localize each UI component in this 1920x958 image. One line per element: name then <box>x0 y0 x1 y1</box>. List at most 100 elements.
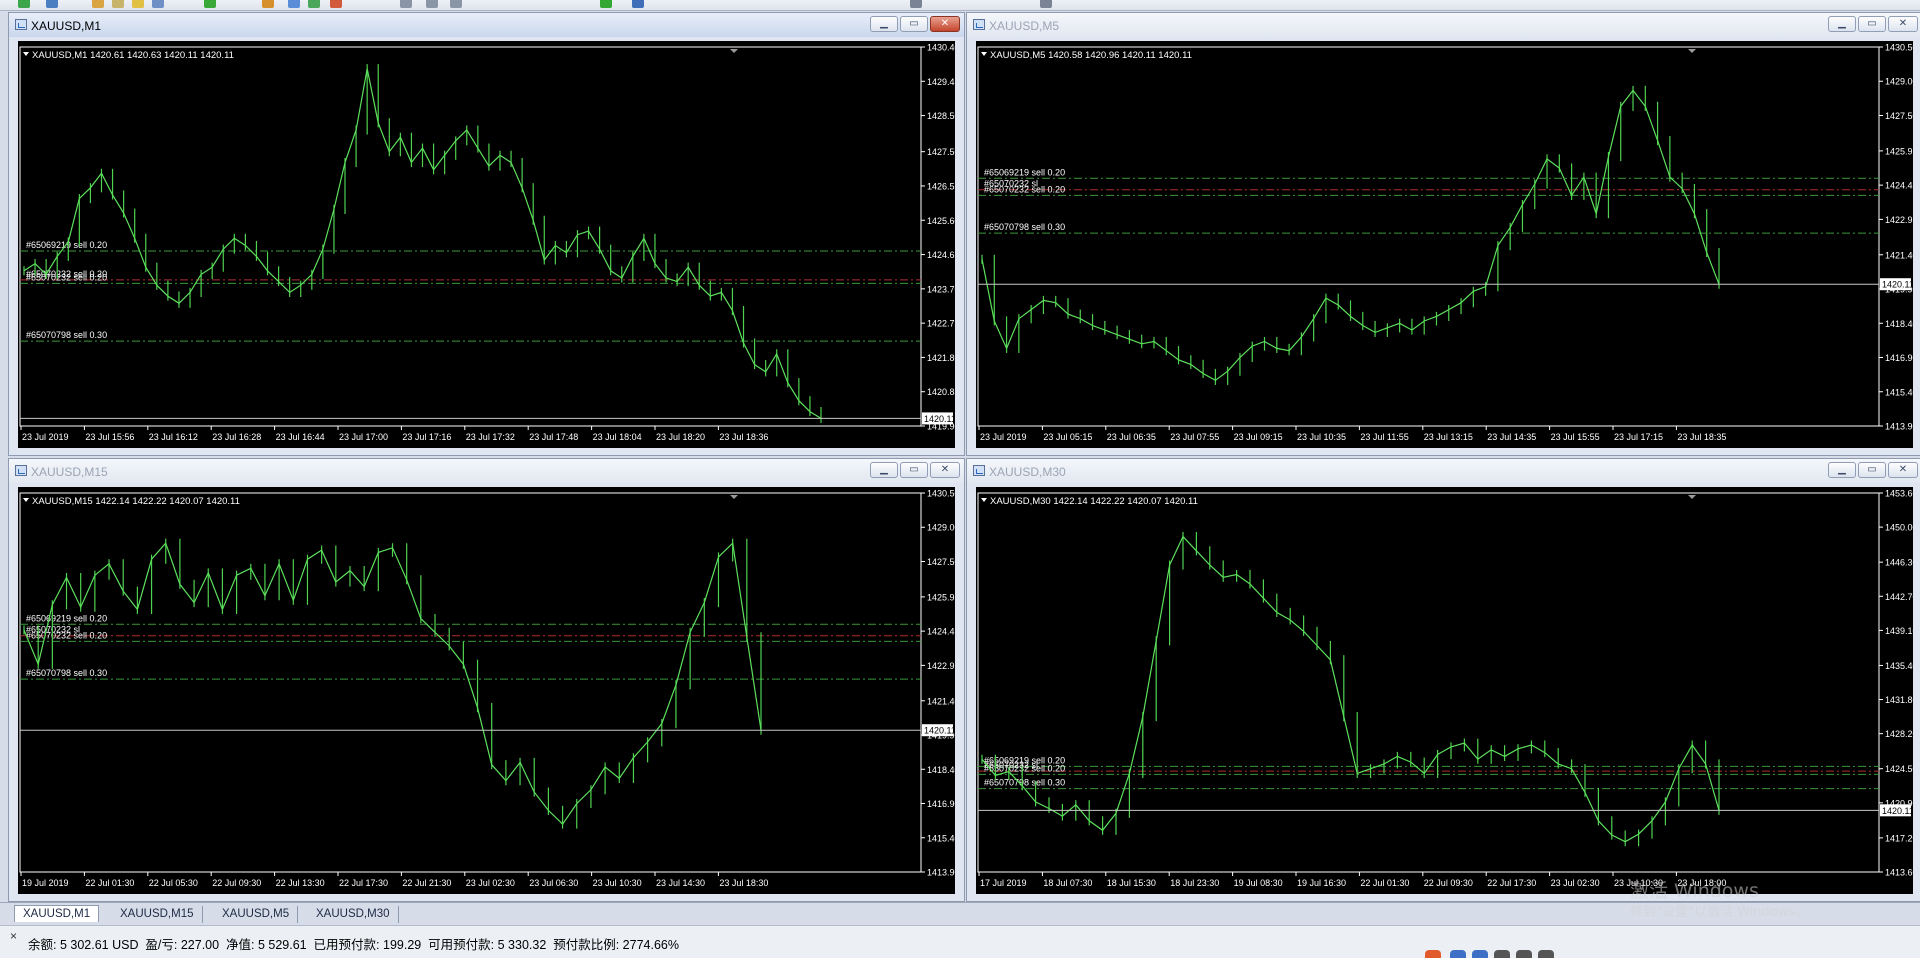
price-chart: XAUUSD,M15 1422.14 1422.22 1420.07 1420.… <box>19 489 955 888</box>
price-label: 1430.40 <box>927 43 955 53</box>
crosshair-icon[interactable] <box>910 0 922 8</box>
minimize-button[interactable]: ▁ <box>1828 462 1856 478</box>
refresh-icon[interactable] <box>92 0 104 8</box>
time-label: 23 Jul 16:28 <box>212 432 261 442</box>
globe-icon[interactable] <box>632 0 644 8</box>
tab-xauusd-m30[interactable]: XAUUSD,M30 <box>308 906 399 923</box>
price-label: 1423.70 <box>927 284 955 294</box>
maximize-button[interactable]: ▭ <box>900 16 928 32</box>
chart-canvas[interactable]: XAUUSD,M1 1420.61 1420.63 1420.11 1420.1… <box>18 41 955 448</box>
chart-window-m5[interactable]: XAUUSD,M5 ▁ ▭ ✕ XAUUSD,M5 1420.58 1420.9… <box>966 12 1920 456</box>
plot-frame <box>977 492 1880 873</box>
price-label: 1431.80 <box>1885 695 1913 705</box>
time-label: 23 Jul 11:55 <box>1360 432 1408 442</box>
price-label: 1415.40 <box>927 833 955 843</box>
title-bar[interactable]: XAUUSD,M5 ▁ ▭ ✕ <box>967 13 1920 37</box>
price-label: 1453.60 <box>1885 489 1913 499</box>
price-label: 1424.50 <box>1885 764 1913 774</box>
title-bar[interactable]: XAUUSD,M15 ▁ ▭ ✕ <box>9 459 964 483</box>
tab-xauusd-m5[interactable]: XAUUSD,M5 <box>214 906 299 923</box>
star-icon[interactable] <box>132 0 144 8</box>
time-label: 18 Jul 15:30 <box>1107 878 1156 888</box>
maximize-button[interactable]: ▭ <box>1858 462 1886 478</box>
cursor-icon[interactable] <box>1040 0 1052 8</box>
market-watch-icon[interactable] <box>152 0 164 8</box>
title-bar[interactable]: XAUUSD,M30 ▁ ▭ ✕ <box>967 459 1920 483</box>
line-chart-icon[interactable] <box>400 0 412 8</box>
time-label: 23 Jul 10:35 <box>1297 432 1346 442</box>
time-label: 19 Jul 16:30 <box>1297 878 1346 888</box>
maximize-button[interactable]: ▭ <box>900 462 928 478</box>
order-label: #65070798 sell 0.30 <box>984 778 1065 788</box>
title-bar[interactable]: XAUUSD,M1 ▁ ▭ ✕ <box>9 13 964 37</box>
chart-canvas[interactable]: XAUUSD,M30 1422.14 1422.22 1420.07 1420.… <box>976 487 1913 894</box>
price-label: 1421.40 <box>1885 250 1913 260</box>
current-price-label: 1420.11 <box>1882 806 1913 816</box>
autotrading-icon[interactable] <box>288 0 300 8</box>
zoom-in-icon[interactable] <box>426 0 438 8</box>
time-label: 23 Jul 18:35 <box>1677 432 1726 442</box>
minimize-button[interactable]: ▁ <box>1828 16 1856 32</box>
time-label: 23 Jul 07:55 <box>1170 432 1219 442</box>
chart-window-m1[interactable]: XAUUSD,M1 ▁ ▭ ✕ XAUUSD,M1 1420.61 1420.6… <box>8 12 965 456</box>
order-label: #65070232 sell 0.20 <box>984 184 1065 194</box>
order-label: #65070798 sell 0.30 <box>26 668 107 678</box>
time-label: 23 Jul 13:15 <box>1424 432 1473 442</box>
price-label: 1446.30 <box>1885 558 1913 568</box>
activation-watermark-title: 激活 Windows <box>1630 880 1759 902</box>
window-title: XAUUSD,M15 <box>31 465 108 479</box>
time-label: 23 Jul 17:16 <box>402 432 451 442</box>
plot-frame <box>977 46 1880 427</box>
time-label: 23 Jul 18:30 <box>719 878 768 888</box>
close-icon[interactable]: × <box>10 929 17 943</box>
close-button[interactable]: ✕ <box>930 16 960 32</box>
tab-xauusd-m1[interactable]: XAUUSD,M1 <box>14 905 100 922</box>
price-label: 1427.50 <box>927 557 955 567</box>
price-label: 1427.50 <box>1885 111 1913 121</box>
time-label: 23 Jul 16:44 <box>276 432 325 442</box>
close-button[interactable]: ✕ <box>1888 462 1918 478</box>
minimize-button[interactable]: ▁ <box>870 462 898 478</box>
price-label: 1413.60 <box>1885 868 1913 878</box>
candles-icon[interactable] <box>330 0 342 8</box>
symbol-info: XAUUSD,M1 1420.61 1420.63 1420.11 1420.1… <box>32 50 234 61</box>
activation-watermark-text: 转到"设置"以激活 Windows。 <box>1630 905 1809 920</box>
price-label: 1413.90 <box>1885 422 1913 432</box>
add-icon[interactable] <box>204 0 216 8</box>
price-line <box>981 535 1720 843</box>
current-price-label: 1420.11 <box>924 726 955 736</box>
main-toolbar <box>0 0 1920 11</box>
tab-xauusd-m15[interactable]: XAUUSD,M15 <box>112 906 203 923</box>
close-button[interactable]: ✕ <box>930 462 960 478</box>
chart-window-m30[interactable]: XAUUSD,M30 ▁ ▭ ✕ XAUUSD,M30 1422.14 1422… <box>966 458 1920 902</box>
price-label: 1417.20 <box>1885 833 1913 843</box>
time-label: 23 Jul 10:30 <box>593 878 642 888</box>
profiles-icon[interactable] <box>46 0 58 8</box>
time-label: 23 Jul 06:30 <box>529 878 578 888</box>
time-label: 23 Jul 02:30 <box>466 878 515 888</box>
bar-chart-icon[interactable] <box>308 0 320 8</box>
price-label: 1421.40 <box>927 696 955 706</box>
time-label: 23 Jul 09:15 <box>1234 432 1283 442</box>
price-chart: XAUUSD,M30 1422.14 1422.22 1420.07 1420.… <box>977 489 1913 888</box>
new-chart-icon[interactable] <box>18 0 30 8</box>
account-status-bar: × 余额: 5 302.61 USD 盈/亏: 227.00 净值: 5 529… <box>0 925 1920 958</box>
price-chart: XAUUSD,M1 1420.61 1420.63 1420.11 1420.1… <box>19 43 955 442</box>
chart-window-m15[interactable]: XAUUSD,M15 ▁ ▭ ✕ XAUUSD,M15 1422.14 1422… <box>8 458 965 902</box>
order-label: #65069219 sell 0.20 <box>26 613 107 623</box>
chart-window-icon <box>15 19 27 30</box>
price-label: 1418.40 <box>927 765 955 775</box>
add-order-icon[interactable] <box>600 0 612 8</box>
time-label: 18 Jul 23:30 <box>1170 878 1219 888</box>
collapse-triangle-icon <box>981 52 987 56</box>
zoom-out-icon[interactable] <box>450 0 462 8</box>
close-button[interactable]: ✕ <box>1888 16 1918 32</box>
folder-icon[interactable] <box>112 0 124 8</box>
expert-icon[interactable] <box>262 0 274 8</box>
chart-canvas[interactable]: XAUUSD,M5 1420.58 1420.96 1420.11 1420.1… <box>976 41 1913 448</box>
maximize-button[interactable]: ▭ <box>1858 16 1886 32</box>
time-label: 22 Jul 01:30 <box>1360 878 1409 888</box>
chart-canvas[interactable]: XAUUSD,M15 1422.14 1422.22 1420.07 1420.… <box>18 487 955 894</box>
price-label: 1429.45 <box>927 77 955 87</box>
minimize-button[interactable]: ▁ <box>870 16 898 32</box>
